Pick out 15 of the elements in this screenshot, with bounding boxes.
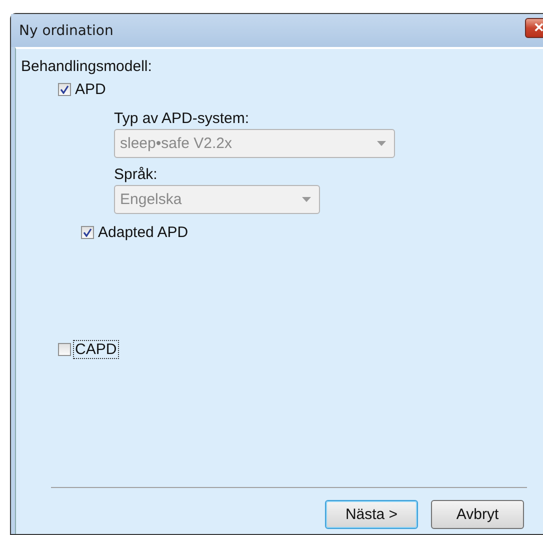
- checkbox-label[interactable]: Adapted APD: [97, 224, 190, 241]
- checkbox[interactable]: [58, 343, 71, 356]
- close-button[interactable]: ✕: [525, 18, 543, 38]
- dialog-button[interactable]: Avbryt: [431, 500, 524, 529]
- checkbox-label[interactable]: APD: [74, 81, 107, 98]
- dropdown-arrow-icon: [377, 141, 386, 146]
- dialog-button[interactable]: Nästa >: [325, 500, 418, 529]
- window-title: Ny ordination: [19, 22, 114, 38]
- field-label: Typ av APD-system:: [114, 110, 250, 127]
- field-label: Språk:: [114, 166, 158, 183]
- checkbox[interactable]: [81, 226, 94, 239]
- checkbox-label[interactable]: CAPD: [74, 341, 118, 358]
- dropdown-arrow-icon: [302, 197, 311, 202]
- section-heading: Behandlingsmodell:: [21, 58, 153, 75]
- checkbox[interactable]: [58, 83, 71, 96]
